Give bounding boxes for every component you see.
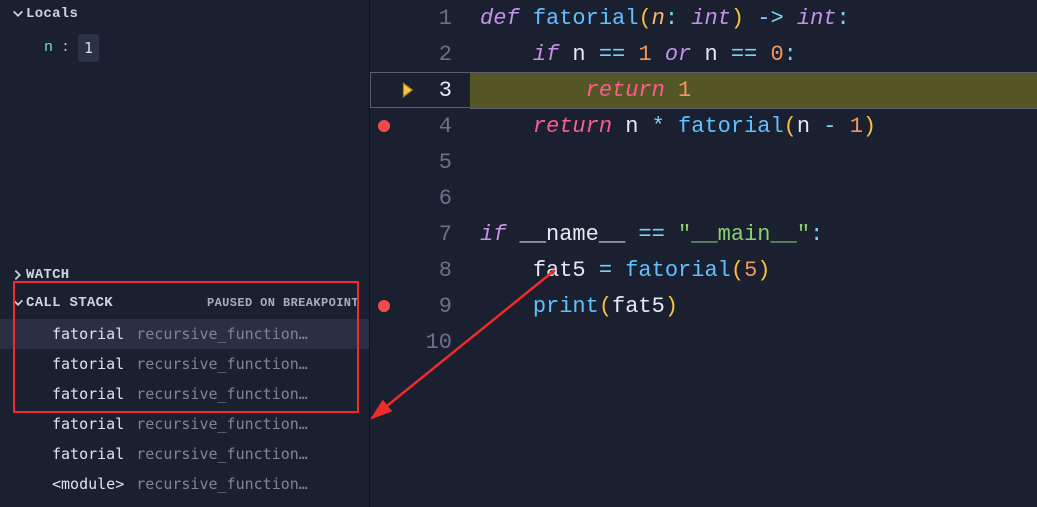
execution-pointer-icon — [400, 81, 418, 99]
code-line[interactable]: 2 if n == 1 or n == 0: — [370, 36, 1037, 72]
line-number: 9 — [420, 294, 470, 319]
stack-frame[interactable]: fatorial recursive_function… — [0, 349, 369, 379]
line-number: 6 — [420, 186, 470, 211]
stack-frame-src: recursive_function… — [136, 415, 308, 433]
stack-frame-fn: fatorial — [52, 415, 124, 433]
sidebar-spacer — [0, 72, 369, 261]
code-line[interactable]: 9 print(fat5) — [370, 288, 1037, 324]
code-content: fat5 = fatorial(5) — [470, 258, 770, 283]
stack-frame-src: recursive_function… — [136, 445, 308, 463]
local-var-name: n — [44, 34, 53, 62]
code-content: def fatorial(n: int) -> int: — [470, 6, 850, 31]
code-line[interactable]: 3 return 1 — [370, 72, 1037, 108]
chevron-down-icon — [10, 7, 26, 21]
code-line[interactable]: 7if __name__ == "__main__": — [370, 216, 1037, 252]
breakpoint-gutter[interactable] — [370, 300, 398, 312]
line-number: 5 — [420, 150, 470, 175]
local-var[interactable]: n:1 — [44, 34, 345, 62]
callstack-title: CALL STACK — [26, 295, 207, 311]
code-line[interactable]: 4 return n * fatorial(n - 1) — [370, 108, 1037, 144]
chevron-down-icon — [10, 296, 26, 310]
code-line[interactable]: 5 — [370, 144, 1037, 180]
stack-frame-fn: fatorial — [52, 325, 124, 343]
breakpoint-gutter[interactable] — [370, 120, 398, 132]
line-number: 4 — [420, 114, 470, 139]
stack-frame-fn: fatorial — [52, 385, 124, 403]
code-content: return 1 — [470, 78, 691, 103]
breakpoint-icon — [378, 120, 390, 132]
locals-title: Locals — [26, 6, 359, 22]
code-line[interactable]: 1def fatorial(n: int) -> int: — [370, 0, 1037, 36]
callstack-body: fatorial recursive_function… fatorial recur… — [0, 317, 369, 507]
line-number: 3 — [420, 78, 470, 103]
stack-frame-src: recursive_function… — [136, 325, 308, 343]
code-line[interactable]: 6 — [370, 180, 1037, 216]
locals-header[interactable]: Locals — [0, 0, 369, 28]
execution-pointer-gutter — [398, 81, 420, 99]
line-number: 1 — [420, 6, 470, 31]
code-editor[interactable]: 1def fatorial(n: int) -> int:2 if n == 1… — [370, 0, 1037, 507]
code-line[interactable]: 10 — [370, 324, 1037, 360]
stack-frame[interactable]: fatorial recursive_function… — [0, 409, 369, 439]
line-number: 10 — [420, 330, 470, 355]
stack-frame-src: recursive_function… — [136, 475, 308, 493]
chevron-right-icon — [10, 268, 26, 282]
code-content: if n == 1 or n == 0: — [470, 42, 797, 67]
callstack-header[interactable]: CALL STACK PAUSED ON BREAKPOINT — [0, 289, 369, 317]
watch-header[interactable]: WATCH — [0, 261, 369, 289]
code-content: print(fat5) — [470, 294, 678, 319]
stack-frame-src: recursive_function… — [136, 385, 308, 403]
callstack-status: PAUSED ON BREAKPOINT — [207, 296, 359, 310]
debug-sidebar: Locals n:1 WATCH CALL STACK PAUSED ON BR… — [0, 0, 370, 507]
stack-frame-fn: fatorial — [52, 445, 124, 463]
code-content: return n * fatorial(n - 1) — [470, 114, 876, 139]
code-line[interactable]: 8 fat5 = fatorial(5) — [370, 252, 1037, 288]
local-var-value: 1 — [78, 34, 99, 62]
stack-frame-src: recursive_function… — [136, 355, 308, 373]
stack-frame[interactable]: fatorial recursive_function… — [0, 439, 369, 469]
locals-body: n:1 — [0, 28, 369, 72]
code-content: if __name__ == "__main__": — [470, 222, 823, 247]
stack-frame[interactable]: fatorial recursive_function… — [0, 319, 369, 349]
watch-title: WATCH — [26, 267, 359, 283]
line-number: 8 — [420, 258, 470, 283]
stack-frame[interactable]: fatorial recursive_function… — [0, 379, 369, 409]
line-number: 2 — [420, 42, 470, 67]
stack-frame[interactable]: <module> recursive_function… — [0, 469, 369, 499]
stack-frame-fn: fatorial — [52, 355, 124, 373]
breakpoint-icon — [378, 300, 390, 312]
stack-frame-fn: <module> — [52, 475, 124, 493]
line-number: 7 — [420, 222, 470, 247]
